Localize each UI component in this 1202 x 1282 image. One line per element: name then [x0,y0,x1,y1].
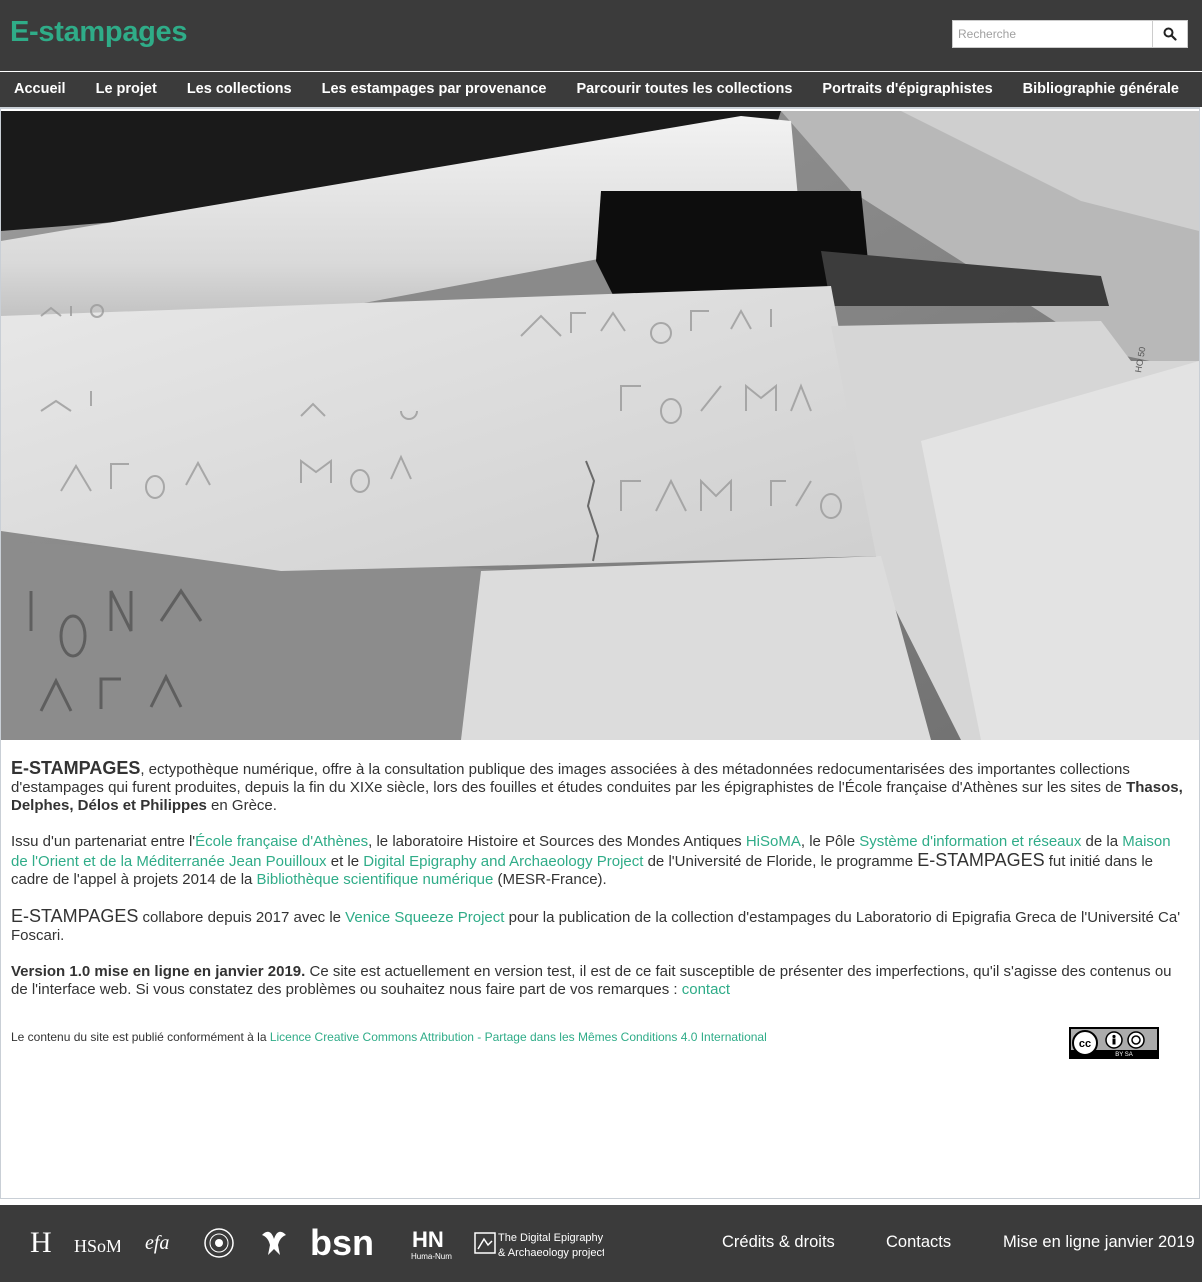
intro-paragraph: E-STAMPAGES, ectypothèque numérique, off… [11,758,1183,814]
nav-item-portraits-epigraphistes[interactable]: Portraits d'épigraphistes [807,72,1007,107]
svg-text:cc: cc [1079,1038,1091,1050]
site-header: E-stampages [0,0,1202,71]
university-seal-logo[interactable] [203,1227,235,1259]
brand-name: E-STAMPAGES [11,758,141,778]
bsn-link[interactable]: Bibliothèque scientifique numérique [257,871,494,888]
release-date-text: Mise en ligne janvier 2019 [1003,1233,1195,1251]
dea-project-logo[interactable]: The Digital Epigraphy & Archaeology proj… [474,1225,605,1261]
svg-text:The Digital Epigraphy: The Digital Epigraphy [498,1232,604,1244]
venice-squeeze-link[interactable]: Venice Squeeze Project [345,909,504,926]
intro-text: E-STAMPAGES, ectypothèque numérique, off… [11,759,1191,1017]
nav-item-estampages-par-provenance[interactable]: Les estampages par provenance [307,72,562,107]
version-label: Version 1.0 mise en ligne en janvier 201… [11,963,306,980]
hisoma-link[interactable]: HiSoMA [746,833,801,850]
brand-name: E-STAMPAGES [11,906,139,926]
search-form [952,20,1188,48]
collaboration-paragraph: E-STAMPAGES collabore depuis 2017 avec l… [11,906,1181,944]
bsn-logo[interactable]: bsn [310,1221,385,1263]
search-input[interactable] [952,20,1153,48]
cc-by-sa-badge[interactable]: cc BY SA [1069,1027,1159,1059]
contact-link[interactable]: contact [682,981,730,998]
site-logo[interactable]: E-stampages [10,16,188,49]
pole-sir-link[interactable]: Système d'information et réseaux [859,833,1081,850]
svg-text:Huma-Num: Huma-Num [411,1252,452,1261]
partnership-paragraph: Issu d'un partenariat entre l'École fran… [11,833,1171,888]
main-content: HO 50 E-STAMPAGES, ectypothèque numériqu… [0,107,1200,1199]
license-link[interactable]: Licence Creative Commons Attribution - P… [270,1030,767,1044]
nav-item-accueil[interactable]: Accueil [0,72,81,107]
sa-icon [1127,1031,1145,1049]
svg-text:BY SA: BY SA [1115,1052,1133,1058]
efa-logo[interactable]: efa [143,1227,173,1257]
huma-num-logo[interactable]: HN Huma-Num [408,1223,458,1263]
dea-project-link[interactable]: Digital Epigraphy and Archaeology Projec… [363,853,643,870]
brand-name: E-STAMPAGES [917,850,1045,870]
search-icon [1163,27,1177,41]
svg-text:efa: efa [145,1232,169,1254]
nav-item-les-collections[interactable]: Les collections [172,72,307,107]
version-paragraph: Version 1.0 mise en ligne en janvier 201… [11,963,1172,998]
nav-item-le-projet[interactable]: Le projet [81,72,172,107]
license-notice: Le contenu du site est publié conforméme… [11,1030,767,1044]
credits-link[interactable]: Crédits & droits [722,1233,835,1252]
svg-text:& Archaeology project: & Archaeology project [498,1247,604,1259]
svg-text:HN: HN [412,1227,444,1252]
main-nav: Accueil Le projet Les collections Les es… [0,71,1202,107]
search-button[interactable] [1153,20,1188,48]
svg-text:bsn: bsn [310,1222,374,1263]
svg-text:H: H [30,1226,52,1259]
svg-text:HSoMA: HSoMA [74,1236,120,1256]
site-footer: H HSoMA efa bsn HN Huma-Num [0,1205,1202,1282]
nav-item-bibliographie[interactable]: Bibliographie générale [1008,72,1194,107]
hisoma-logo[interactable]: H HSoMA [30,1225,135,1259]
mom-bird-logo[interactable] [258,1225,290,1259]
hero-image: HO 50 [1,111,1199,740]
nav-item-parcourir-collections[interactable]: Parcourir toutes les collections [561,72,807,107]
contacts-link[interactable]: Contacts [886,1233,951,1252]
efa-link[interactable]: École française d'Athènes [195,833,368,850]
